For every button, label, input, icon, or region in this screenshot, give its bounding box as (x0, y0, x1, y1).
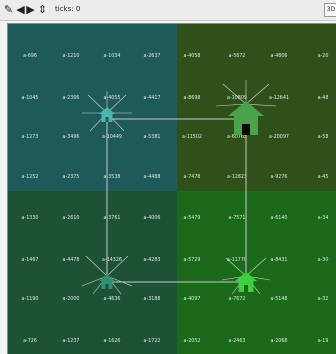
netlogo-view-window: ✎ ◀ ▶ ⇕ ticks: 0 3D a-696 a-1210 a-1034 a-2… (0, 0, 336, 354)
house-icon[interactable] (228, 101, 264, 135)
pencil-icon[interactable]: ✎ (3, 4, 14, 15)
3d-view-button[interactable]: 3D (324, 3, 336, 17)
view-toolbar: ✎ ◀ ▶ ⇕ ticks: 0 3D (0, 0, 336, 21)
house-icon[interactable] (99, 107, 115, 122)
ticks-counter: ticks: 0 (55, 5, 81, 13)
agents-layer (81, 80, 277, 295)
world-view[interactable]: a-696 a-1210 a-1034 a-2637 a-4058 a-5672 a-480… (7, 23, 336, 354)
right-arrow-icon[interactable]: ▶ (25, 4, 36, 15)
up-down-arrow-icon[interactable]: ⇕ (37, 4, 48, 15)
link-lines (106, 118, 247, 283)
